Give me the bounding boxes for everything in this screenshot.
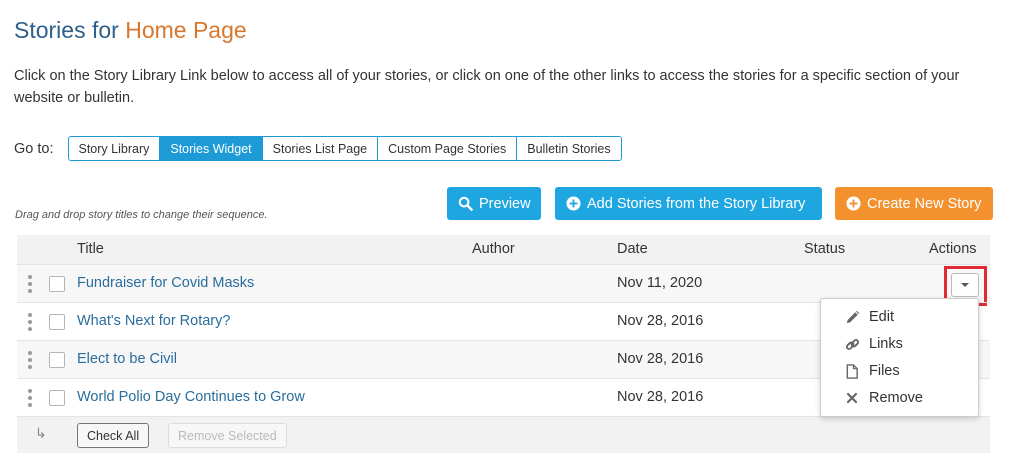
column-header-date[interactable]: Date	[617, 241, 648, 257]
file-icon	[843, 363, 861, 379]
page-title-accent: Home Page	[125, 17, 247, 43]
plus-circle-icon	[566, 196, 581, 211]
column-header-title[interactable]: Title	[77, 241, 104, 257]
menu-item-label: Edit	[869, 309, 894, 325]
page-title-prefix: Stories for	[14, 17, 126, 43]
story-date: Nov 11, 2020	[617, 275, 703, 291]
add-stories-button[interactable]: Add Stories from the Story Library	[555, 187, 822, 220]
remove-selected-button[interactable]: Remove Selected	[168, 423, 287, 448]
create-story-label: Create New Story	[867, 195, 982, 212]
actions-menu: Edit Links Files Remove	[820, 298, 979, 417]
drag-hint: Drag and drop story titles to change the…	[15, 209, 268, 221]
pencil-icon	[843, 310, 861, 325]
menu-item-edit[interactable]: Edit	[821, 304, 978, 330]
link-icon	[843, 337, 861, 352]
tab-stories-widget[interactable]: Stories Widget	[159, 136, 263, 161]
menu-item-label: Links	[869, 336, 903, 352]
goto-tabs: Story Library Stories Widget Stories Lis…	[67, 136, 622, 161]
search-icon	[458, 196, 473, 211]
story-date: Nov 28, 2016	[617, 389, 704, 405]
column-header-status[interactable]: Status	[804, 241, 845, 257]
story-date: Nov 28, 2016	[617, 351, 704, 367]
add-stories-label: Add Stories from the Story Library	[587, 195, 806, 212]
menu-item-remove[interactable]: Remove	[821, 385, 978, 411]
page-title: Stories for Home Page	[14, 17, 247, 44]
tab-stories-list-page[interactable]: Stories List Page	[261, 136, 379, 161]
tab-bulletin-stories[interactable]: Bulletin Stories	[516, 136, 622, 161]
row-checkbox[interactable]	[49, 390, 65, 406]
preview-button[interactable]: Preview	[447, 187, 541, 220]
goto-label: Go to:	[14, 140, 54, 157]
story-title-link[interactable]: Fundraiser for Covid Masks	[77, 275, 254, 291]
story-title-link[interactable]: Elect to be Civil	[77, 351, 177, 367]
menu-item-label: Remove	[869, 390, 923, 406]
menu-item-label: Files	[869, 363, 900, 379]
column-header-author[interactable]: Author	[472, 241, 515, 257]
goto-bar: Go to: Story Library Stories Widget Stor…	[14, 136, 622, 161]
intro-text: Click on the Story Library Link below to…	[14, 68, 960, 106]
close-icon	[843, 392, 861, 404]
tab-custom-page-stories[interactable]: Custom Page Stories	[377, 136, 518, 161]
create-story-button[interactable]: Create New Story	[835, 187, 993, 220]
menu-item-links[interactable]: Links	[821, 331, 978, 357]
plus-circle-icon	[846, 196, 861, 211]
tab-story-library[interactable]: Story Library	[67, 136, 161, 161]
actions-dropdown-button[interactable]	[951, 273, 979, 297]
table-header: Title Author Date Status Actions	[17, 235, 990, 264]
story-date: Nov 28, 2016	[617, 313, 704, 329]
table-footer: ↳ Check All Remove Selected	[17, 416, 990, 453]
row-checkbox[interactable]	[49, 314, 65, 330]
menu-item-files[interactable]: Files	[821, 358, 978, 384]
caret-down-icon	[961, 283, 969, 287]
row-checkbox[interactable]	[49, 276, 65, 292]
table-row[interactable]: Fundraiser for Covid Masks Nov 11, 2020	[17, 264, 990, 306]
drag-handle-icon[interactable]	[27, 275, 33, 293]
drag-handle-icon[interactable]	[27, 313, 33, 331]
row-checkbox[interactable]	[49, 352, 65, 368]
drag-handle-icon[interactable]	[27, 351, 33, 369]
preview-label: Preview	[479, 195, 531, 212]
drag-handle-icon[interactable]	[27, 389, 33, 407]
check-all-button[interactable]: Check All	[77, 423, 150, 448]
story-title-link[interactable]: What's Next for Rotary?	[77, 313, 230, 329]
column-header-actions: Actions	[929, 241, 977, 257]
story-title-link[interactable]: World Polio Day Continues to Grow	[77, 389, 305, 405]
return-arrow-icon: ↳	[35, 425, 47, 441]
